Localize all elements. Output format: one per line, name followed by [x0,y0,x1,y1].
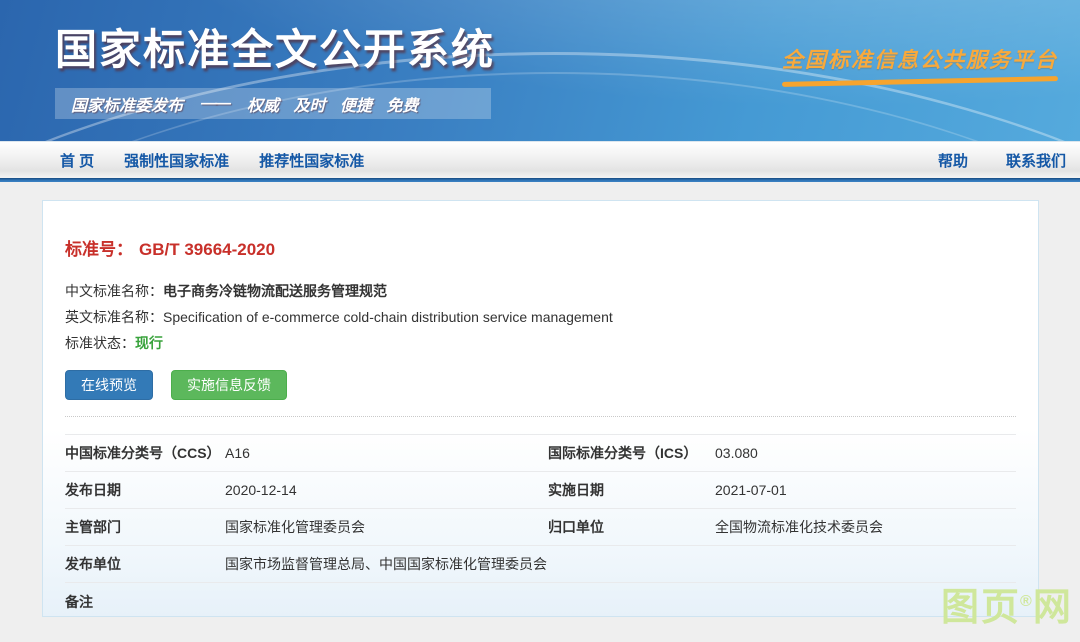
nav-right-group: 帮助 联系我们 [900,150,1066,171]
issuer-label: 发布单位 [65,554,225,574]
en-name-label: 英文标准名称： [65,309,163,325]
implementation-feedback-button[interactable]: 实施信息反馈 [171,370,287,400]
header-tagline-band: 国家标准委发布 —— 权威 及时 便捷 免费 [55,88,491,119]
table-row: 中国标准分类号（CCS） A16 国际标准分类号（ICS） 03.080 [65,435,1016,472]
standard-info-table: 中国标准分类号（CCS） A16 国际标准分类号（ICS） 03.080 发布日… [65,434,1016,620]
platform-logo-text: 全国标准信息公共服务平台 [782,44,1058,74]
nav-bottom-border [0,178,1080,182]
site-header: 国家标准全文公开系统 国家标准委发布 —— 权威 及时 便捷 免费 全国标准信息… [0,0,1080,141]
status-value: 现行 [135,335,163,351]
ccs-label: 中国标准分类号（CCS） [65,443,225,463]
cn-name-line: 中文标准名称：电子商务冷链物流配送服务管理规范 [65,278,1016,304]
committee-value: 全国物流标准化技术委员会 [715,517,1016,537]
authority-label: 主管部门 [65,517,225,537]
dotted-separator [65,416,1016,417]
nav-item-mandatory-standards[interactable]: 强制性国家标准 [124,150,229,171]
en-name-line: 英文标准名称：Specification of e-commerce cold-… [65,304,1016,330]
standard-detail-card: 标准号： GB/T 39664-2020 中文标准名称：电子商务冷链物流配送服务管… [42,200,1039,617]
main-nav: 首 页 强制性国家标准 推荐性国家标准 帮助 联系我们 [0,141,1080,178]
standard-number-line: 标准号： GB/T 39664-2020 [65,235,1016,260]
tuyewang-watermark-logo: 图页®网 [941,576,1073,631]
remarks-label: 备注 [65,592,225,612]
page: { "header": { "title": "国家标准全文公开系统", "pu… [0,0,1080,642]
standard-number-value: GB/T 39664-2020 [139,240,275,259]
authority-value: 国家标准化管理委员会 [225,517,548,537]
watermark-text-right: 网 [1033,587,1073,629]
nav-item-home[interactable]: 首 页 [60,150,94,171]
issuer-value: 国家市场监督管理总局、中国国家标准化管理委员会 [225,554,1016,574]
cn-name-value: 电子商务冷链物流配送服务管理规范 [163,283,387,299]
platform-logo-underline [782,76,1058,87]
committee-label: 归口单位 [548,517,715,537]
implement-date-value: 2021-07-01 [715,482,1016,498]
cn-name-label: 中文标准名称： [65,283,163,299]
tagline-slogan: 权威 及时 便捷 免费 [247,92,418,116]
ics-label: 国际标准分类号（ICS） [548,443,715,463]
watermark-text-left: 图页 [941,587,1021,629]
table-row: 发布日期 2020-12-14 实施日期 2021-07-01 [65,472,1016,509]
nav-item-help[interactable]: 帮助 [938,150,968,171]
standard-number-label: 标准号： [65,240,133,259]
implement-date-label: 实施日期 [548,480,715,500]
table-row: 主管部门 国家标准化管理委员会 归口单位 全国物流标准化技术委员会 [65,509,1016,546]
en-name-value: Specification of e-commerce cold-chain d… [163,309,613,325]
ccs-value: A16 [225,445,548,461]
publish-date-value: 2020-12-14 [225,482,548,498]
standard-meta: 中文标准名称：电子商务冷链物流配送服务管理规范 英文标准名称：Specifica… [65,278,1016,356]
table-row: 发布单位 国家市场监督管理总局、中国国家标准化管理委员会 [65,546,1016,583]
action-buttons: 在线预览 实施信息反馈 [65,370,1016,400]
publish-date-label: 发布日期 [65,480,225,500]
site-title: 国家标准全文公开系统 [55,16,495,77]
status-line: 标准状态：现行 [65,330,1016,356]
registered-trademark-icon: ® [1020,593,1034,610]
nav-item-recommended-standards[interactable]: 推荐性国家标准 [259,150,364,171]
nav-item-contact[interactable]: 联系我们 [1006,150,1066,171]
ics-value: 03.080 [715,445,1016,461]
platform-logo: 全国标准信息公共服务平台 [782,44,1058,84]
publisher-label: 国家标准委发布 [71,92,183,116]
status-label: 标准状态： [65,335,135,351]
table-row: 备注 [65,583,1016,620]
online-preview-button[interactable]: 在线预览 [65,370,153,400]
tagline-dash: —— [201,95,229,113]
